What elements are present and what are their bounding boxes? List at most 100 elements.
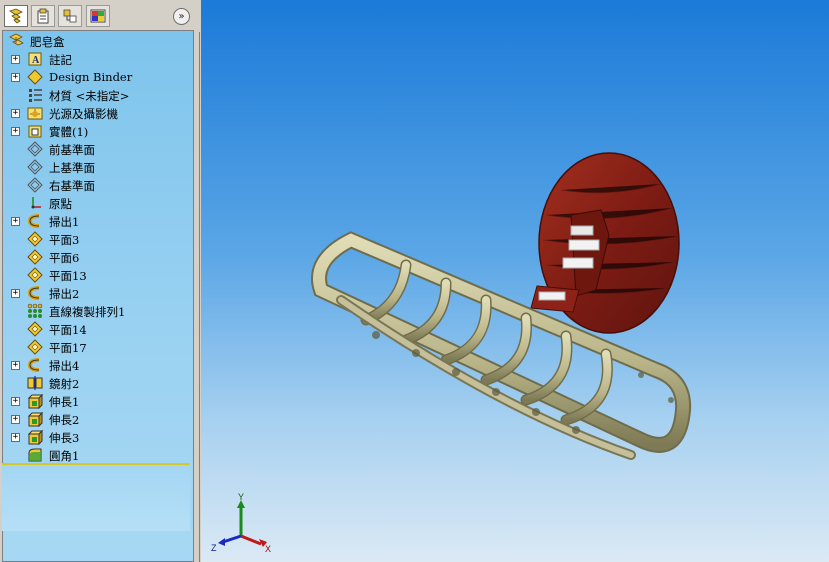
fillet-icon [27, 447, 43, 463]
extrude-icon [27, 393, 44, 410]
solid-bodies-icon [27, 123, 43, 139]
plane-icon [27, 177, 43, 193]
ref-plane-icon [27, 339, 43, 355]
tree-item[interactable]: 平面6 [3, 248, 193, 266]
annotations-icon: A [27, 51, 43, 67]
plane-icon [27, 159, 43, 175]
expand-toggle[interactable]: + [11, 397, 20, 406]
tree-item[interactable]: 原點 [3, 194, 193, 212]
mirror-icon [27, 375, 43, 391]
material-icon [27, 87, 43, 103]
tree-item-label: 註記 [49, 53, 72, 67]
tree-item-label: 實體(1) [49, 125, 89, 139]
tree-item[interactable]: + 實體(1) [3, 122, 193, 140]
feature-manager-panel: » 肥皂盒 + A 註記 + Design Binder 材質 <未指定> + 光源及攝影機 +… [0, 0, 200, 562]
tree-item[interactable]: 前基準面 [3, 140, 193, 158]
tree-item-label: 平面13 [49, 269, 87, 283]
tree-item-label: 掃出4 [49, 359, 80, 373]
tree-item[interactable]: 直線複製排列1 [3, 302, 193, 320]
tree-item[interactable]: 鏡射2 [3, 374, 193, 392]
ref-plane-icon [27, 321, 43, 337]
feature-manager-tab[interactable] [4, 5, 28, 27]
tree-item-label: 掃出1 [49, 215, 80, 229]
tree-item-label: 原點 [49, 197, 72, 211]
extrude-icon [27, 411, 44, 428]
tree-item[interactable]: + 光源及攝影機 [3, 104, 193, 122]
tree-item-label: 平面6 [49, 251, 80, 265]
expand-toggle[interactable]: + [11, 127, 20, 136]
lights-cameras-icon [27, 105, 43, 121]
panel-tab-bar: » [0, 0, 200, 32]
plane-icon [27, 141, 43, 157]
property-icon [37, 8, 49, 24]
tree-item-label: 右基準面 [49, 179, 95, 193]
tree-item-label: 材質 <未指定> [49, 89, 130, 103]
expand-toggle[interactable]: + [11, 433, 20, 442]
tree-item-label: 圓角1 [49, 449, 80, 463]
sweep-icon [27, 213, 43, 229]
tree-item-label: 伸長1 [49, 395, 80, 409]
tree-item[interactable]: + 伸長1 [3, 392, 193, 410]
tree-item[interactable]: 平面3 [3, 230, 193, 248]
tree-item-label: Design Binder [49, 70, 133, 84]
back-plate [530, 152, 680, 334]
tree-item[interactable]: + 掃出4 [3, 356, 193, 374]
tree-item-label: 伸長3 [49, 431, 80, 445]
tree-item[interactable]: 上基準面 [3, 158, 193, 176]
property-manager-tab[interactable] [31, 5, 55, 27]
configuration-icon [63, 9, 77, 23]
tree-item-label: 平面3 [49, 233, 80, 247]
tree-item-label: 平面14 [49, 323, 87, 337]
axis-x-label: X [265, 544, 271, 554]
expand-toggle[interactable]: + [11, 73, 20, 82]
tree-root-label: 肥皂盒 [30, 35, 65, 49]
tree-item[interactable]: + A 註記 [3, 50, 193, 68]
ref-plane-icon [27, 231, 43, 247]
tree-item[interactable]: 材質 <未指定> [3, 86, 193, 104]
tree-item[interactable]: 圓角1 [3, 446, 193, 464]
tree-item-label: 鏡射2 [49, 377, 80, 391]
tree-empty-area [2, 465, 190, 531]
expand-toggle[interactable]: + [11, 109, 20, 118]
axis-triad: Y X Z [211, 492, 271, 554]
graphics-area[interactable]: Y X Z [201, 0, 829, 562]
soap-dish-model[interactable] [201, 0, 829, 562]
tree-item[interactable]: 平面14 [3, 320, 193, 338]
tree-item-label: 平面17 [49, 341, 87, 355]
collapse-panel-button[interactable]: » [173, 8, 190, 25]
expand-toggle[interactable]: + [11, 289, 20, 298]
expand-toggle[interactable]: + [11, 217, 20, 226]
tree-item-label: 上基準面 [49, 161, 95, 175]
tree-item[interactable]: + 伸長2 [3, 410, 193, 428]
tree-item-label: 掃出2 [49, 287, 80, 301]
ref-plane-icon [27, 267, 43, 283]
axis-y-label: Y [238, 492, 244, 502]
tree-item[interactable]: 平面13 [3, 266, 193, 284]
part-icon [9, 33, 25, 49]
tree-item[interactable]: + 掃出2 [3, 284, 193, 302]
ref-plane-icon [27, 249, 43, 265]
tree-item[interactable]: 平面17 [3, 338, 193, 356]
svg-text:A: A [32, 55, 40, 66]
tree-item[interactable]: + 伸長3 [3, 428, 193, 446]
tree-item-label: 伸長2 [49, 413, 80, 427]
tree-item[interactable]: + Design Binder [3, 68, 193, 86]
sweep-icon [27, 285, 43, 301]
tree-item[interactable]: + 掃出1 [3, 212, 193, 230]
expand-toggle[interactable]: + [11, 55, 20, 64]
tree-root-part[interactable]: 肥皂盒 [3, 32, 193, 50]
sweep-icon [27, 357, 43, 373]
origin-icon [27, 195, 43, 211]
configuration-manager-tab[interactable] [58, 5, 82, 27]
expand-toggle[interactable]: + [11, 361, 20, 370]
linear-pattern-icon [27, 303, 43, 319]
tree-item-label: 光源及攝影機 [49, 107, 118, 121]
design-binder-icon [27, 69, 43, 85]
extrude-icon [27, 429, 44, 446]
axis-z-label: Z [211, 543, 217, 553]
display-icon [90, 9, 106, 23]
display-manager-tab[interactable] [86, 5, 110, 27]
expand-toggle[interactable]: + [11, 415, 20, 424]
feature-tree-icon [9, 8, 23, 24]
tree-item[interactable]: 右基準面 [3, 176, 193, 194]
